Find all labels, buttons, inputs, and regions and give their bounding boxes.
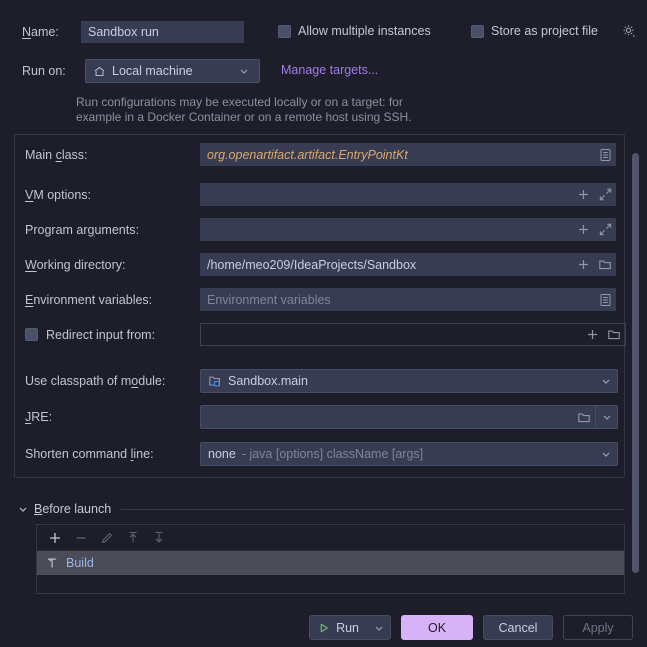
folder-icon[interactable]	[573, 406, 595, 428]
plus-icon[interactable]	[572, 183, 594, 206]
main-class-input[interactable]: org.openartifact.artifact.EntryPointKt	[200, 143, 616, 166]
plus-icon[interactable]	[572, 218, 594, 241]
ok-button[interactable]: OK	[401, 615, 473, 640]
before-launch-header[interactable]: Before launch	[18, 500, 625, 518]
checkbox-box[interactable]	[471, 24, 484, 38]
chevron-down-icon[interactable]	[18, 504, 28, 514]
shorten-command-line-suffix: - java [options] className [args]	[241, 447, 424, 461]
run-on-label: Run on:	[22, 64, 66, 78]
chevron-down-icon[interactable]	[595, 406, 617, 428]
vm-options-label: VM options:	[25, 187, 92, 202]
store-as-project-file-label: Store as project file	[491, 24, 598, 38]
working-directory-input[interactable]: /home/meo209/IdeaProjects/Sandbox	[200, 253, 616, 276]
environment-variables-input[interactable]: Environment variables	[200, 288, 616, 311]
use-classpath-label: Use classpath of module:	[25, 374, 166, 388]
run-button[interactable]: Run	[309, 615, 391, 640]
module-icon	[208, 374, 222, 388]
play-icon	[318, 622, 330, 634]
move-up-button[interactable]	[121, 527, 145, 549]
chevron-down-icon[interactable]	[595, 370, 617, 392]
hammer-icon	[45, 556, 59, 570]
shorten-command-line-value: none	[208, 447, 236, 461]
apply-button[interactable]: Apply	[563, 615, 633, 640]
chevron-down-icon[interactable]	[595, 443, 617, 465]
redirect-input-field[interactable]	[200, 323, 626, 346]
working-directory-value: /home/meo209/IdeaProjects/Sandbox	[207, 257, 417, 272]
before-launch-divider	[121, 508, 625, 510]
allow-multiple-instances-label: Allow multiple instances	[298, 24, 431, 38]
run-on-row: Run on: Local machine	[22, 59, 260, 83]
run-on-target-dropdown[interactable]: Local machine	[85, 59, 260, 83]
redirect-input-label: Redirect input from:	[46, 327, 156, 342]
edit-button[interactable]	[95, 527, 119, 549]
run-debug-configurations-dialog: Name: Allow multiple instances Store as …	[0, 0, 647, 647]
before-launch-toolbar	[37, 525, 624, 551]
run-on-hint: Run configurations may be executed local…	[76, 95, 496, 125]
working-directory-label: Working directory:	[25, 257, 126, 272]
vertical-scrollbar-thumb[interactable]	[632, 153, 639, 573]
move-down-button[interactable]	[147, 527, 171, 549]
redirect-input-checkbox[interactable]	[25, 328, 38, 341]
use-classpath-value: Sandbox.main	[228, 374, 308, 388]
plus-icon[interactable]	[572, 253, 594, 276]
remove-button[interactable]	[69, 527, 93, 549]
folder-icon[interactable]	[603, 324, 625, 345]
run-button-label: Run	[336, 620, 359, 635]
checkbox-box[interactable]	[278, 24, 291, 38]
program-arguments-label: Program arguments:	[25, 222, 139, 237]
configuration-fields-panel: Main class: org.openartifact.artifact.En…	[14, 134, 626, 478]
run-on-value: Local machine	[112, 64, 193, 78]
main-class-label: Main class:	[25, 147, 88, 162]
before-launch-title: Before launch	[34, 502, 112, 516]
use-classpath-dropdown[interactable]: Sandbox.main	[200, 369, 618, 393]
hint-line-2: example in a Docker Container or on a re…	[76, 110, 412, 124]
add-button[interactable]	[43, 527, 67, 549]
name-label: Name:	[22, 25, 59, 39]
dialog-button-bar: Run OK Cancel Apply	[0, 608, 647, 647]
gear-icon[interactable]	[620, 22, 638, 40]
shorten-command-line-dropdown[interactable]: none - java [options] className [args]	[200, 442, 618, 466]
folder-icon[interactable]	[594, 253, 616, 276]
home-icon	[93, 65, 106, 78]
main-class-value: org.openartifact.artifact.EntryPointKt	[207, 147, 408, 162]
chevron-down-icon[interactable]	[368, 623, 390, 633]
environment-variables-placeholder: Environment variables	[207, 292, 331, 307]
before-launch-task-list: Build	[36, 524, 625, 594]
name-row: Name:	[22, 21, 244, 43]
dialog-header: Name: Allow multiple instances Store as …	[0, 0, 647, 130]
hint-line-1: Run configurations may be executed local…	[76, 95, 403, 109]
chevron-down-icon[interactable]	[233, 60, 255, 82]
list-document-icon[interactable]	[594, 143, 616, 166]
expand-icon[interactable]	[594, 218, 616, 241]
before-launch-item-label: Build	[66, 556, 94, 570]
list-document-icon[interactable]	[594, 288, 616, 311]
name-input[interactable]	[81, 21, 244, 43]
shorten-command-line-label: Shorten command line:	[25, 447, 154, 461]
environment-variables-label: Environment variables:	[25, 292, 153, 307]
jre-label: JRE:	[25, 410, 53, 424]
list-item[interactable]: Build	[37, 551, 624, 575]
program-arguments-input[interactable]	[200, 218, 616, 241]
cancel-button[interactable]: Cancel	[483, 615, 553, 640]
manage-targets-link[interactable]: Manage targets...	[281, 63, 378, 77]
allow-multiple-instances-checkbox[interactable]: Allow multiple instances	[278, 24, 431, 38]
store-as-project-file-checkbox[interactable]: Store as project file	[471, 24, 598, 38]
expand-icon[interactable]	[594, 183, 616, 206]
plus-icon[interactable]	[581, 324, 603, 345]
jre-dropdown[interactable]	[200, 405, 618, 429]
vm-options-input[interactable]	[200, 183, 616, 206]
